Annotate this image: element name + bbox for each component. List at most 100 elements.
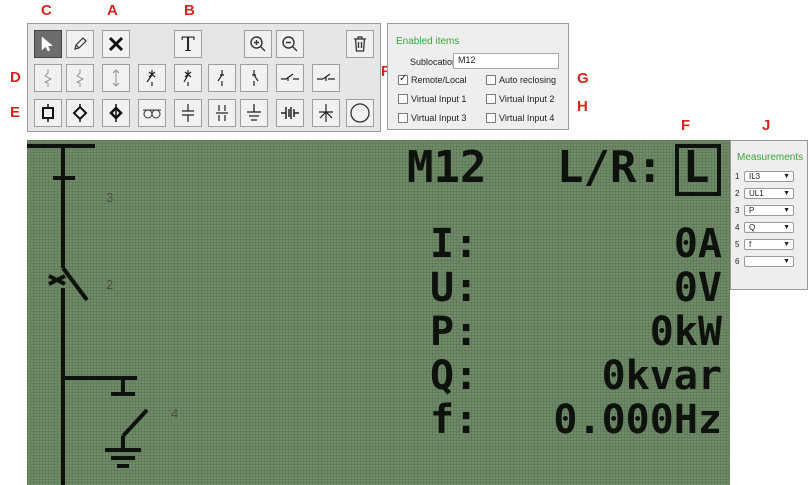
breaker-blade: [61, 266, 89, 302]
disconnector-icon: [217, 70, 224, 86]
lcd-row-label: I:: [430, 221, 479, 267]
lr-indicator-value: L: [683, 142, 710, 193]
withdrawable-icon: [112, 69, 120, 87]
cursor-icon: [41, 36, 54, 52]
double-line-symbol-button[interactable]: [208, 99, 236, 127]
virtual-input-4-label: Virtual Input 4: [499, 113, 555, 123]
surge-arrester-button[interactable]: [312, 99, 340, 127]
zoom-in-icon: [250, 36, 266, 52]
fuse-alt-symbol-button[interactable]: [66, 64, 94, 92]
measurement-select[interactable]: IL3 ▼: [744, 171, 794, 182]
transformer-symbol-button[interactable]: [138, 99, 166, 127]
surge-arrester-icon: [319, 104, 333, 122]
annotation-h: H: [577, 98, 588, 115]
measurement-readout: I: 0A U: 0V P: 0kW Q: 0kvar f: 0.000Hz: [422, 224, 722, 464]
diamond-node-button[interactable]: [66, 99, 94, 127]
disconnector-symbol-button[interactable]: [208, 64, 236, 92]
lcd-row-label: P:: [430, 309, 479, 355]
horizontal-switch-alt-button[interactable]: [312, 64, 340, 92]
measurement-select[interactable]: f ▼: [744, 239, 794, 250]
circle-icon: [350, 103, 370, 123]
text-tool-button[interactable]: T: [174, 30, 202, 58]
measurement-select[interactable]: P ▼: [744, 205, 794, 216]
square-node-button[interactable]: [34, 99, 62, 127]
measurement-select-value: IL3: [749, 172, 761, 181]
enabled-items-panel: Enabled items Sublocation M12 Remote/Loc…: [387, 23, 569, 130]
disconnector-alt-symbol-button[interactable]: [240, 64, 268, 92]
lcd-row-label: Q:: [430, 353, 479, 399]
lcd-row-value: 0V: [673, 265, 722, 311]
lcd-row-label: f:: [430, 397, 479, 443]
battery-symbol-button[interactable]: [276, 99, 304, 127]
trash-button[interactable]: [346, 30, 374, 58]
lcd-row-value: 0.000Hz: [553, 397, 722, 443]
lcd-display-canvas[interactable]: 3 2 4 M12 L/R: L I: 0A U: 0V P: 0kW Q: 0…: [27, 140, 730, 485]
transformer-icon: [143, 109, 161, 119]
dropdown-arrow-icon: ▼: [783, 224, 790, 231]
dropdown-arrow-icon: ▼: [783, 258, 790, 265]
measurement-select-value: UL1: [749, 189, 764, 198]
measurement-select-value: P: [749, 206, 755, 215]
auto-reclosing-checkbox[interactable]: [486, 75, 496, 85]
lcd-row-value: 0A: [673, 221, 722, 267]
enabled-items-title: Enabled items: [396, 36, 460, 47]
diamond-node-icon: [72, 104, 88, 122]
measurement-index: 5: [735, 240, 740, 249]
virtual-input-3-checkbox[interactable]: [398, 113, 408, 123]
drawing-toolbar: T: [27, 23, 381, 132]
measurement-select[interactable]: Q ▼: [744, 222, 794, 233]
breaker-symbol-button[interactable]: [138, 64, 166, 92]
breaker-alt-icon: [183, 70, 192, 86]
capacitor-icon: [182, 104, 194, 122]
double-line-icon: [216, 105, 228, 121]
filled-node-button[interactable]: [102, 99, 130, 127]
pencil-button[interactable]: [66, 30, 94, 58]
virtual-input-2-checkbox[interactable]: [486, 94, 496, 104]
node-label: 2: [106, 277, 114, 292]
zoom-out-icon: [282, 36, 298, 52]
measurement-select[interactable]: UL1 ▼: [744, 188, 794, 199]
capacitor-symbol-button[interactable]: [174, 99, 202, 127]
annotation-j: J: [762, 117, 771, 134]
virtual-input-1-label: Virtual Input 1: [411, 94, 467, 104]
horizontal-switch-alt-icon: [317, 73, 335, 81]
horizontal-switch-icon: [281, 73, 299, 81]
auto-reclosing-label: Auto reclosing: [499, 75, 557, 85]
virtual-input-1-checkbox[interactable]: [398, 94, 408, 104]
zoom-out-button[interactable]: [276, 30, 304, 58]
sublocation-input[interactable]: M12: [453, 53, 559, 69]
ground-symbol-button[interactable]: [240, 99, 268, 127]
circle-node-button[interactable]: [346, 99, 374, 127]
lcd-row-label: U:: [430, 265, 479, 311]
virtual-input-2-label: Virtual Input 2: [499, 94, 555, 104]
lcd-lr-label: L/R:: [557, 142, 663, 193]
breaker-alt-symbol-button[interactable]: [174, 64, 202, 92]
measurement-index: 1: [735, 172, 740, 181]
annotation-e: E: [10, 104, 21, 121]
filled-node-icon: [109, 104, 123, 122]
dropdown-arrow-icon: ▼: [783, 173, 790, 180]
annotation-f: F: [681, 117, 691, 134]
virtual-input-4-checkbox[interactable]: [486, 113, 496, 123]
delete-button[interactable]: [102, 30, 130, 58]
measurement-select[interactable]: ▼: [744, 256, 794, 267]
earth-switch-blade: [121, 408, 149, 438]
withdrawable-symbol-button[interactable]: [102, 64, 130, 92]
horizontal-switch-button[interactable]: [276, 64, 304, 92]
trash-icon: [354, 36, 366, 52]
remote-local-checkbox[interactable]: [398, 73, 408, 85]
virtual-input-3-label: Virtual Input 3: [411, 113, 467, 123]
measurement-index: 3: [735, 206, 740, 215]
measurements-panel: Measurements 1 IL3 ▼ 2 UL1 ▼ 3 P ▼ 4 Q ▼ 5 f…: [730, 140, 808, 290]
dropdown-arrow-icon: ▼: [783, 190, 790, 197]
fuse-symbol-button[interactable]: [34, 64, 62, 92]
select-arrow-button[interactable]: [34, 30, 62, 58]
zoom-in-button[interactable]: [244, 30, 272, 58]
dropdown-arrow-icon: ▼: [783, 241, 790, 248]
dropdown-arrow-icon: ▼: [783, 207, 790, 214]
fuse-icon: [43, 69, 53, 87]
measurement-select-value: Q: [749, 223, 756, 232]
lcd-row-value: 0kW: [649, 309, 722, 355]
measurement-index: 6: [735, 257, 740, 266]
sublocation-label: Sublocation: [410, 57, 458, 67]
